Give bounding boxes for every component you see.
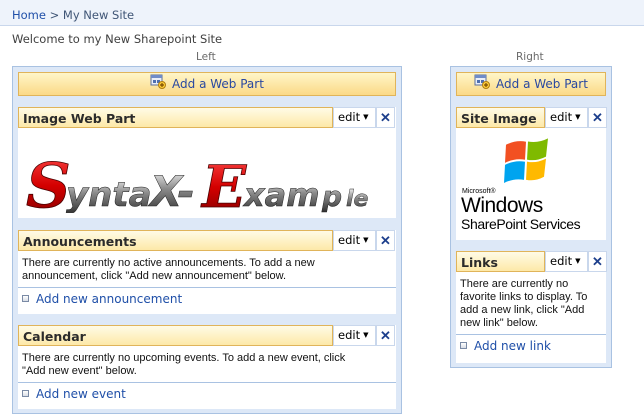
calendar-header: Calendar xyxy=(18,325,333,346)
svg-text:SharePoint Services: SharePoint Services xyxy=(461,216,581,232)
close-icon: ✕ xyxy=(380,233,391,248)
site-image-web-part: Site Image edit ▼ ✕ Microsoft® Windows Sh… xyxy=(456,107,607,240)
edit-menu-button[interactable]: edit ▼ xyxy=(545,107,588,128)
svg-text:Windows: Windows xyxy=(461,194,543,217)
breadcrumb: Home > My New Site xyxy=(0,0,644,26)
svg-text:ynta: ynta xyxy=(66,175,152,213)
announcements-web-part: Announcements edit ▼ ✕ There are currentl… xyxy=(18,230,396,314)
edit-menu-button[interactable]: edit ▼ xyxy=(333,230,376,251)
close-web-part-button[interactable]: ✕ xyxy=(376,325,395,346)
syntax-example-logo-image: S ynta X- E xam p le xyxy=(24,149,386,223)
square-bullet-icon xyxy=(22,295,29,302)
announcements-header: Announcements xyxy=(18,230,333,251)
svg-text:xam: xam xyxy=(242,176,320,213)
image-web-part-header: Image Web Part xyxy=(18,107,333,128)
left-web-part-zone: Add a Web Part Image Web Part edit ▼ ✕ S… xyxy=(12,66,402,414)
web-part-title: Image Web Part xyxy=(23,111,136,126)
divider xyxy=(18,287,396,288)
site-image-header: Site Image xyxy=(456,107,545,128)
calendar-empty-message: There are currently no upcoming events. … xyxy=(22,352,346,377)
windows-sharepoint-services-logo: Microsoft® Windows SharePoint Services xyxy=(460,135,602,235)
chevron-down-icon: ▼ xyxy=(575,113,581,121)
close-icon: ✕ xyxy=(592,110,603,125)
svg-text:p: p xyxy=(321,180,342,213)
add-web-part-button-right[interactable]: Add a Web Part xyxy=(456,72,606,96)
web-part-title: Calendar xyxy=(23,329,86,344)
square-bullet-icon xyxy=(22,390,29,397)
add-web-part-button-left[interactable]: Add a Web Part xyxy=(18,72,396,96)
zone-label-left: Left xyxy=(196,51,216,63)
breadcrumb-current: My New Site xyxy=(62,8,135,22)
breadcrumb-separator: > xyxy=(49,8,60,22)
calendar-web-part: Calendar edit ▼ ✕ There are currently no … xyxy=(18,325,396,409)
close-web-part-button[interactable]: ✕ xyxy=(376,230,395,251)
divider xyxy=(18,382,396,383)
links-header: Links xyxy=(456,251,545,272)
add-web-part-icon xyxy=(474,74,491,96)
links-web-part: Links edit ▼ ✕ There are currently no fav… xyxy=(456,251,607,363)
add-web-part-icon xyxy=(150,74,167,96)
add-web-part-label: Add a Web Part xyxy=(496,77,588,91)
close-icon: ✕ xyxy=(380,328,391,343)
edit-menu-button[interactable]: edit ▼ xyxy=(333,325,376,346)
close-icon: ✕ xyxy=(380,110,391,125)
chevron-down-icon: ▼ xyxy=(363,331,369,339)
add-new-announcement-link[interactable]: Add new announcement xyxy=(22,292,182,306)
add-web-part-label: Add a Web Part xyxy=(172,77,264,91)
edit-label: edit xyxy=(338,110,361,124)
add-new-event-link[interactable]: Add new event xyxy=(22,387,126,401)
square-bullet-icon xyxy=(460,342,467,349)
breadcrumb-home-link[interactable]: Home xyxy=(12,8,46,22)
web-part-title: Announcements xyxy=(23,234,137,249)
chevron-down-icon: ▼ xyxy=(363,113,369,121)
announcements-empty-message: There are currently no active announceme… xyxy=(22,257,315,282)
close-icon: ✕ xyxy=(592,254,603,269)
web-part-title: Site Image xyxy=(461,111,537,126)
edit-label: edit xyxy=(338,328,361,342)
add-new-link-link[interactable]: Add new link xyxy=(460,339,551,353)
close-web-part-button[interactable]: ✕ xyxy=(588,107,607,128)
right-web-part-zone: Add a Web Part Site Image edit ▼ ✕ Micros… xyxy=(450,66,612,368)
image-web-part: Image Web Part edit ▼ ✕ S ynta X- E xam … xyxy=(18,107,396,223)
svg-text:X-: X- xyxy=(147,167,195,213)
chevron-down-icon: ▼ xyxy=(363,236,369,244)
edit-menu-button[interactable]: edit ▼ xyxy=(545,251,588,272)
zone-label-right: Right xyxy=(516,51,544,63)
edit-label: edit xyxy=(550,254,573,268)
add-link-label: Add new event xyxy=(36,387,126,401)
edit-label: edit xyxy=(550,110,573,124)
edit-label: edit xyxy=(338,233,361,247)
close-web-part-button[interactable]: ✕ xyxy=(588,251,607,272)
web-part-title: Links xyxy=(461,255,498,270)
svg-text:S: S xyxy=(26,151,71,213)
add-link-label: Add new link xyxy=(474,339,551,353)
svg-text:le: le xyxy=(346,187,369,212)
svg-text:E: E xyxy=(200,153,247,213)
page-welcome-text: Welcome to my New Sharepoint Site xyxy=(12,32,223,46)
close-web-part-button[interactable]: ✕ xyxy=(376,107,395,128)
edit-menu-button[interactable]: edit ▼ xyxy=(333,107,376,128)
add-link-label: Add new announcement xyxy=(36,292,183,306)
chevron-down-icon: ▼ xyxy=(575,257,581,265)
divider xyxy=(456,334,606,335)
links-empty-message: There are currently no favorite links to… xyxy=(460,278,588,329)
